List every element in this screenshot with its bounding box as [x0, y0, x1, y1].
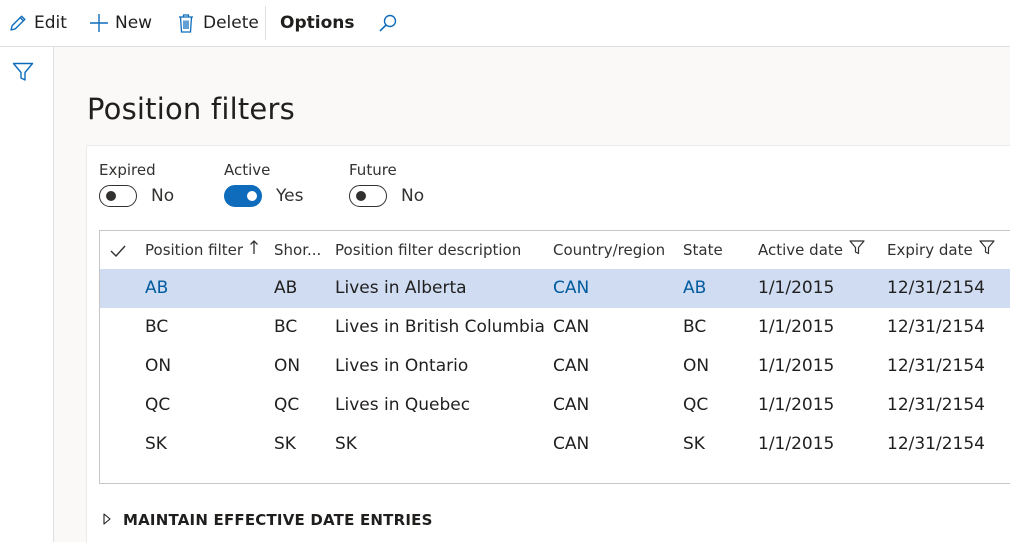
- action-pane: Edit New Delete Options: [0, 0, 1010, 47]
- cell-expiry-date: 12/31/2154: [887, 356, 985, 376]
- main-content: Position filters Expired No Active Yes F…: [54, 47, 1010, 543]
- toggle-switch[interactable]: [349, 185, 387, 207]
- cell-expiry-date: 12/31/2154: [887, 278, 985, 298]
- cell-short: BC: [274, 317, 298, 337]
- grid-header: Position filter Shor... Position filter …: [100, 231, 1010, 270]
- search-button[interactable]: [378, 0, 398, 46]
- active-value: Yes: [276, 186, 304, 206]
- edit-button[interactable]: Edit: [8, 0, 67, 46]
- column-label: Active date: [758, 241, 843, 259]
- cell-active-date: 1/1/2015: [758, 434, 835, 454]
- column-label: Position filter: [145, 241, 244, 259]
- cell-short: AB: [274, 278, 298, 298]
- active-label: Active: [224, 161, 271, 179]
- cell-expiry-date: 12/31/2154: [887, 395, 985, 415]
- cell-description: SK: [335, 434, 357, 454]
- cell-description: Lives in British Columbia: [335, 317, 545, 337]
- cell-state[interactable]: AB: [683, 269, 706, 308]
- expand-triangle-icon: [103, 510, 111, 529]
- expired-label: Expired: [99, 161, 156, 179]
- cell-expiry-date: 12/31/2154: [887, 317, 985, 337]
- cell-country: CAN: [553, 395, 590, 415]
- plus-icon: [89, 13, 109, 33]
- cell-description: Lives in Ontario: [335, 356, 469, 376]
- cell-position-filter: QC: [145, 395, 171, 415]
- delete-button[interactable]: Delete: [177, 0, 259, 46]
- active-toggle[interactable]: Yes: [224, 185, 303, 207]
- column-header-expiry-date[interactable]: Expiry date: [887, 231, 995, 269]
- new-label: New: [115, 13, 153, 33]
- column-header-active-date[interactable]: Active date: [758, 231, 865, 269]
- cell-country: CAN: [553, 317, 590, 337]
- expired-toggle-group: Expired No: [99, 160, 174, 207]
- cell-state: BC: [683, 317, 707, 337]
- cell-short: QC: [274, 395, 300, 415]
- table-row[interactable]: SK SK SK CAN SK 1/1/2015 12/31/2154: [100, 425, 1010, 464]
- column-header-short[interactable]: Shor...: [274, 231, 321, 269]
- column-header-position-filter[interactable]: Position filter: [145, 231, 259, 269]
- table-row[interactable]: ON ON Lives in Ontario CAN ON 1/1/2015 1…: [100, 347, 1010, 386]
- cell-position-filter[interactable]: AB: [145, 269, 168, 308]
- cell-country[interactable]: CAN: [553, 269, 589, 308]
- column-filter-icon[interactable]: [843, 231, 865, 269]
- cell-state: SK: [683, 434, 705, 454]
- future-value: No: [401, 186, 425, 206]
- future-toggle[interactable]: No: [349, 185, 424, 207]
- column-header-state[interactable]: State: [683, 231, 723, 269]
- cell-state: QC: [683, 395, 709, 415]
- cell-active-date: 1/1/2015: [758, 278, 835, 298]
- table-row[interactable]: AB AB Lives in Alberta CAN AB 1/1/2015 1…: [100, 269, 1010, 308]
- toolbar-divider: [265, 6, 266, 40]
- cell-short: SK: [274, 434, 296, 454]
- pencil-icon: [8, 13, 28, 33]
- position-filters-grid: Position filter Shor... Position filter …: [99, 230, 1010, 484]
- fasttab-label: MAINTAIN EFFECTIVE DATE ENTRIES: [123, 510, 433, 529]
- filter-icon[interactable]: [12, 62, 34, 86]
- column-label: Position filter description: [335, 241, 522, 259]
- cell-position-filter: BC: [145, 317, 169, 337]
- expired-toggle[interactable]: No: [99, 185, 174, 207]
- column-header-country[interactable]: Country/region: [553, 231, 665, 269]
- expired-value: No: [151, 186, 175, 206]
- active-toggle-group: Active Yes: [224, 160, 303, 207]
- options-label: Options: [280, 13, 355, 33]
- select-all-checkmark-icon[interactable]: [109, 243, 127, 262]
- column-label: State: [683, 241, 723, 259]
- table-row[interactable]: BC BC Lives in British Columbia CAN BC 1…: [100, 308, 1010, 347]
- cell-expiry-date: 12/31/2154: [887, 434, 985, 454]
- cell-country: CAN: [553, 434, 590, 454]
- options-tab[interactable]: Options: [280, 0, 354, 46]
- filter-rail: [0, 47, 54, 542]
- cell-description: Lives in Alberta: [335, 278, 467, 298]
- search-icon: [378, 13, 398, 33]
- trash-icon: [177, 13, 195, 33]
- future-toggle-group: Future No: [349, 160, 424, 207]
- sort-ascending-icon: [243, 231, 259, 269]
- column-label: Country/region: [553, 241, 666, 259]
- column-filter-icon[interactable]: [973, 231, 995, 269]
- cell-active-date: 1/1/2015: [758, 356, 835, 376]
- cell-short: ON: [274, 356, 301, 376]
- cell-description: Lives in Quebec: [335, 395, 471, 415]
- cell-active-date: 1/1/2015: [758, 395, 835, 415]
- delete-label: Delete: [203, 13, 259, 33]
- fasttab-maintain-effective-date-entries[interactable]: MAINTAIN EFFECTIVE DATE ENTRIES: [103, 510, 433, 529]
- new-button[interactable]: New: [89, 0, 152, 46]
- page-title: Position filters: [87, 92, 295, 126]
- table-row[interactable]: QC QC Lives in Quebec CAN QC 1/1/2015 12…: [100, 386, 1010, 425]
- cell-position-filter: ON: [145, 356, 172, 376]
- toggle-switch[interactable]: [224, 185, 262, 207]
- cell-position-filter: SK: [145, 434, 167, 454]
- content-card: Expired No Active Yes Future No Position…: [86, 145, 1010, 543]
- column-label: Shor...: [274, 241, 322, 259]
- cell-country: CAN: [553, 356, 590, 376]
- column-label: Expiry date: [887, 241, 973, 259]
- cell-state: ON: [683, 356, 710, 376]
- edit-label: Edit: [34, 13, 67, 33]
- cell-active-date: 1/1/2015: [758, 317, 835, 337]
- future-label: Future: [349, 161, 397, 179]
- column-header-description[interactable]: Position filter description: [335, 231, 521, 269]
- toggle-switch[interactable]: [99, 185, 137, 207]
